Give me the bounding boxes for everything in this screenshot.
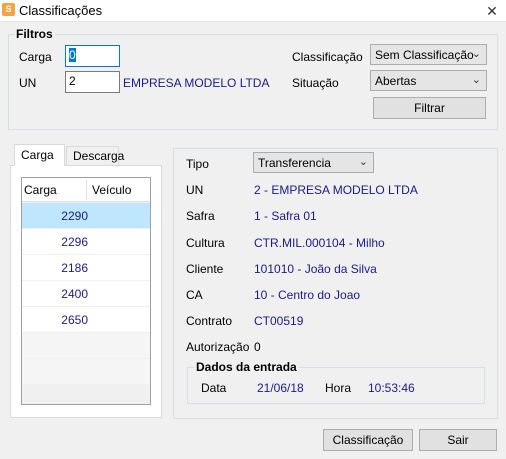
data-label: Data — [201, 381, 227, 395]
ca-value: 10 - Centro do Joao — [254, 288, 361, 302]
classificacao-button[interactable]: Classificação — [323, 429, 413, 451]
column-separator[interactable] — [86, 180, 87, 200]
un-detail-value: 2 - EMPRESA MODELO LTDA — [254, 183, 418, 197]
window-title: Classificações — [19, 3, 103, 18]
cell-carga: 2186 — [61, 261, 88, 275]
cell-carga: 2290 — [61, 209, 88, 223]
cultura-value: CTR.MIL.000104 - Milho — [254, 236, 385, 250]
carga-label: Carga — [19, 50, 52, 64]
hora-value: 10:53:46 — [368, 381, 415, 395]
safra-value: 1 - Safra 01 — [254, 209, 317, 223]
classificacao-label: Classificação — [292, 50, 363, 64]
cliente-value: 101010 - João da Silva — [254, 262, 377, 276]
chevron-down-icon: ⌄ — [471, 74, 481, 86]
contrato-value: CT00519 — [254, 314, 304, 328]
dados-entrada-title: Dados da entrada — [194, 360, 299, 374]
cell-carga: 2400 — [61, 287, 88, 301]
un-label: UN — [19, 76, 37, 90]
safra-label: Safra — [186, 209, 215, 223]
situacao-select-value: Abertas — [375, 74, 417, 88]
table-row[interactable]: 2296 — [22, 229, 150, 255]
carga-input-value: 0 — [69, 48, 76, 62]
situacao-label: Situação — [292, 76, 339, 90]
carga-grid[interactable]: Carga Veículo 2290 2296 2186 2400 2650 — [21, 177, 151, 405]
cliente-label: Cliente — [186, 262, 224, 276]
empty-row — [22, 359, 150, 385]
autorizacao-value: 0 — [254, 340, 261, 354]
cell-carga: 2650 — [61, 313, 88, 327]
empty-row — [22, 333, 150, 359]
filtros-title: Filtros — [14, 27, 55, 41]
table-row[interactable]: 2290 — [22, 203, 150, 229]
table-row[interactable]: 2400 — [22, 281, 150, 307]
un-name: EMPRESA MODELO LTDA — [123, 76, 270, 90]
un-input[interactable]: 2 — [65, 71, 120, 93]
situacao-select[interactable]: Abertas ⌄ — [370, 70, 487, 91]
chevron-down-icon: ⌄ — [471, 48, 481, 60]
app-logo-icon: S — [2, 3, 15, 16]
close-icon[interactable]: ✕ — [478, 0, 506, 22]
chevron-down-icon: ⌄ — [358, 156, 368, 168]
title-bar: S Classificações ✕ — [0, 0, 506, 22]
table-row[interactable]: 2650 — [22, 307, 150, 333]
table-row[interactable]: 2186 — [22, 255, 150, 281]
tab-descarga[interactable]: Descarga — [66, 146, 124, 165]
ca-label: CA — [186, 288, 203, 302]
tab-carga[interactable]: Carga — [14, 144, 65, 166]
un-detail-label: UN — [186, 183, 204, 197]
grid-header: Carga Veículo — [22, 178, 150, 202]
hora-label: Hora — [325, 381, 352, 395]
column-header-veiculo[interactable]: Veículo — [92, 183, 131, 197]
contrato-label: Contrato — [186, 314, 233, 328]
data-value: 21/06/18 — [257, 381, 304, 395]
carga-input[interactable]: 0 — [65, 45, 120, 67]
cell-carga: 2296 — [61, 235, 88, 249]
un-input-value: 2 — [69, 74, 76, 88]
classificacao-select[interactable]: Sem Classificação ⌄ — [370, 44, 487, 65]
autorizacao-label: Autorização — [186, 340, 250, 354]
filtrar-button[interactable]: Filtrar — [373, 97, 486, 119]
sair-button[interactable]: Sair — [419, 429, 497, 451]
tipo-label: Tipo — [186, 157, 209, 171]
tipo-select-value: Transferencia — [258, 156, 331, 170]
column-header-carga[interactable]: Carga — [24, 183, 57, 197]
tipo-select[interactable]: Transferencia ⌄ — [253, 152, 374, 173]
cultura-label: Cultura — [186, 236, 225, 250]
classificacao-select-value: Sem Classificação — [375, 48, 474, 62]
